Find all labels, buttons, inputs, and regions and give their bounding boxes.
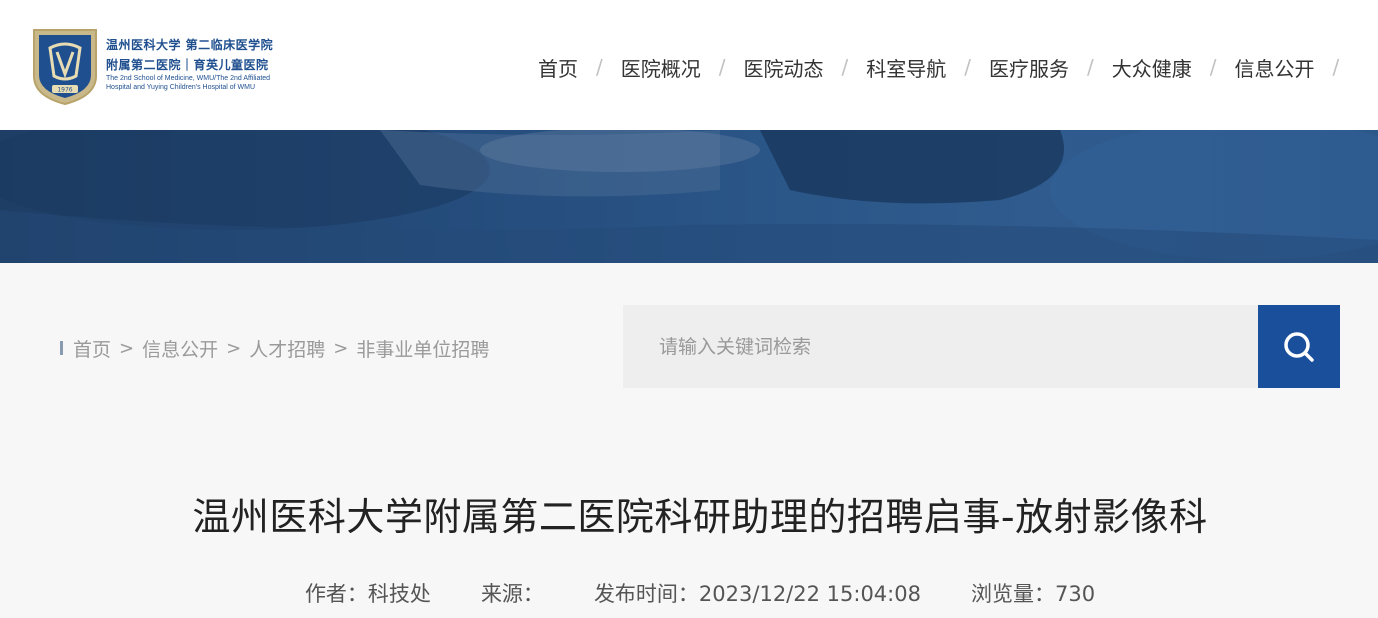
breadcrumb-separator: >	[333, 337, 349, 359]
nav-separator: /	[718, 55, 726, 79]
article-view-count: 浏览量：730	[970, 582, 1096, 606]
nav-item-departments[interactable]: 科室导航	[848, 53, 964, 82]
search-button[interactable]	[1258, 305, 1340, 388]
nav-item-medical-services[interactable]: 医疗服务	[971, 53, 1087, 82]
logo-english-name-line1: The 2nd School of Medicine, WMU/The 2nd …	[106, 75, 271, 82]
article-author: 作者：科技处	[304, 582, 431, 606]
breadcrumb-item-non-institutional-recruitment[interactable]: 非事业单位招聘	[356, 335, 489, 362]
article-publish-time: 发布时间：2023/12/22 15:04:08	[593, 582, 921, 606]
breadcrumb-item-home[interactable]: 首页	[73, 335, 111, 362]
breadcrumb-marker	[60, 341, 63, 355]
svg-text:1976: 1976	[57, 87, 72, 94]
nav-separator: /	[1087, 55, 1094, 79]
breadcrumb-item-recruitment[interactable]: 人才招聘	[249, 335, 325, 362]
logo-hospital-name: 附属第二医院｜育英儿童医院	[106, 58, 269, 72]
breadcrumb-item-information[interactable]: 信息公开	[142, 335, 218, 362]
nav-item-overview[interactable]: 医院概况	[603, 53, 719, 82]
search-bar	[623, 305, 1340, 388]
hospital-emblem-icon: 1976	[33, 29, 97, 106]
nav-separator: /	[596, 55, 603, 79]
banner-background-image	[0, 130, 1378, 263]
page-banner	[0, 130, 1378, 263]
meta-gap	[921, 578, 971, 608]
article-source: 来源：	[480, 582, 544, 606]
nav-item-home[interactable]: 首页	[520, 53, 596, 82]
breadcrumb-separator: >	[226, 337, 242, 359]
logo-university-name: 温州医科大学 第二临床医学院	[106, 38, 274, 52]
search-input[interactable]	[623, 305, 1258, 388]
nav-separator: /	[841, 55, 849, 79]
breadcrumb-separator: >	[119, 337, 135, 359]
search-icon	[1284, 331, 1314, 362]
nav-item-information[interactable]: 信息公开	[1217, 53, 1333, 82]
nav-item-public-health[interactable]: 大众健康	[1094, 53, 1210, 82]
meta-gap	[431, 578, 481, 608]
meta-gap	[544, 578, 594, 608]
nav-separator: /	[1209, 55, 1217, 79]
hospital-logo[interactable]: 1976 温州医科大学 第二临床医学院 附属第二医院｜育英儿童医院 The 2n…	[30, 24, 290, 106]
main-nav: 首页 / 医院概况 / 医院动态 / 科室导航 / 医疗服务 / 大众健康 / …	[520, 52, 1339, 82]
nav-item-news[interactable]: 医院动态	[726, 53, 842, 82]
logo-text-block: 温州医科大学 第二临床医学院 附属第二医院｜育英儿童医院 The 2nd Sch…	[106, 36, 296, 91]
nav-separator: /	[964, 55, 971, 79]
article-meta: 作者：科技处 来源： 发布时间：2023/12/22 15:04:08 浏览量：…	[0, 578, 1378, 608]
nav-separator: /	[1332, 55, 1340, 79]
breadcrumb: 首页 > 信息公开 > 人才招聘 > 非事业单位招聘	[60, 334, 489, 362]
logo-english-name-line2: Hospital and Yuying Children's Hospital …	[106, 84, 256, 91]
site-header: 1976 温州医科大学 第二临床医学院 附属第二医院｜育英儿童医院 The 2n…	[0, 0, 1378, 130]
article-title: 温州医科大学附属第二医院科研助理的招聘启事-放射影像科	[192, 495, 1208, 539]
